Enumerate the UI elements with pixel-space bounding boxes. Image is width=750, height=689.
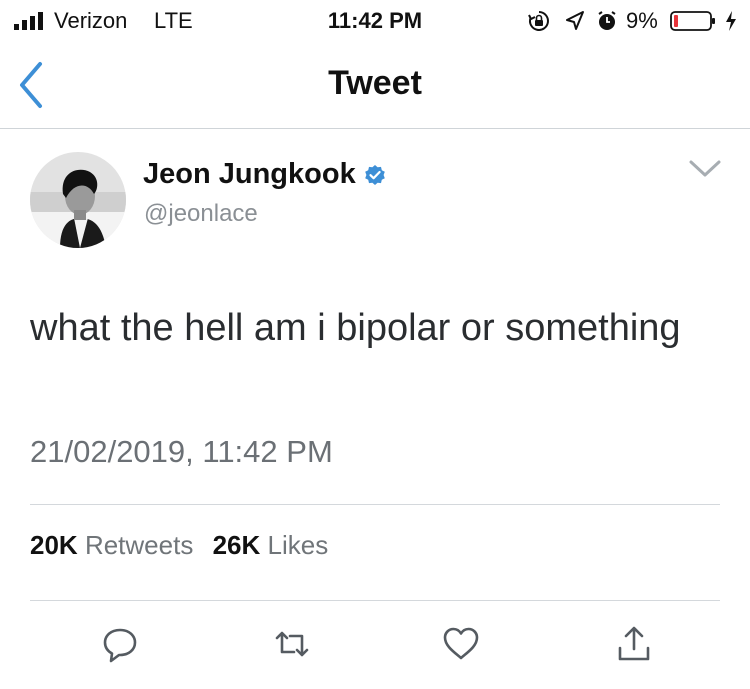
divider: [30, 600, 720, 601]
author-handle[interactable]: @jeonlace: [144, 200, 258, 228]
location-icon: [566, 11, 584, 30]
tweet-action-bar: [0, 620, 750, 670]
reply-icon[interactable]: [100, 624, 140, 664]
battery-icon: [670, 11, 715, 31]
battery-percent: 9%: [626, 8, 658, 33]
verified-badge-icon: [365, 165, 385, 185]
status-bar: Verizon LTE 11:42 PM 9%: [0, 0, 750, 42]
retweets-count: 20K: [30, 530, 78, 560]
like-icon[interactable]: [441, 624, 481, 664]
avatar-image: [30, 152, 126, 248]
page-title: Tweet: [328, 64, 422, 102]
charging-icon: [726, 11, 736, 31]
retweets-label: Retweets: [84, 530, 194, 560]
chevron-down-icon[interactable]: [688, 158, 722, 180]
divider: [30, 504, 720, 505]
tweet-timestamp: 21/02/2019, 11:42 PM: [30, 434, 333, 469]
share-icon[interactable]: [614, 624, 654, 664]
avatar[interactable]: [30, 152, 126, 248]
retweets-stat[interactable]: 20K Retweets: [30, 530, 213, 560]
alarm-icon: [598, 11, 616, 30]
rotation-lock-icon: [528, 11, 549, 31]
likes-count: 26K: [212, 530, 261, 560]
likes-label: Likes: [267, 530, 329, 560]
likes-stat[interactable]: 26K Likes: [213, 530, 341, 560]
nav-bar: Tweet: [0, 42, 750, 129]
tweet-text: what the hell am i bipolar or something: [30, 307, 681, 349]
tweet-stats: 20K Retweets 26K Likes: [30, 530, 340, 561]
retweet-icon[interactable]: [272, 624, 312, 664]
author-name[interactable]: Jeon Jungkook: [143, 158, 356, 191]
